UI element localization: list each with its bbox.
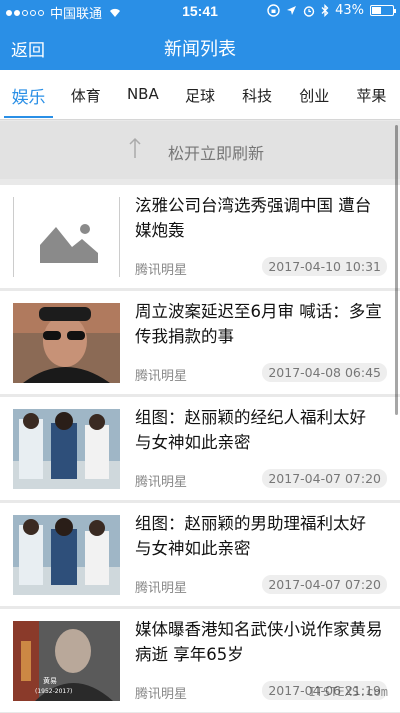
news-date: 2017-04-08 06:45 — [262, 363, 387, 382]
list-item[interactable]: 组图：赵丽颖的男助理福利太好 与女神如此亲密 腾讯明星 2017-04-07 0… — [0, 503, 400, 606]
news-title: 组图：赵丽颖的男助理福利太好 与女神如此亲密 — [135, 514, 366, 558]
tab-entertainment[interactable]: 娱乐 — [0, 70, 57, 119]
news-title: 周立波案延迟至6月审 喊话：多宣传我捐款的事 — [135, 302, 382, 346]
thumbnail-image — [13, 515, 120, 595]
refresh-label: 松开立即刷新 — [168, 144, 265, 163]
bluetooth-icon — [321, 4, 329, 17]
status-right: 43% — [267, 3, 396, 18]
up-arrow-icon — [129, 137, 141, 158]
news-source: 腾讯明星 — [135, 369, 188, 384]
news-date: 2017-04-10 10:31 — [262, 257, 387, 276]
thumbnail-placeholder — [13, 197, 120, 277]
tab-football[interactable]: 足球 — [171, 70, 228, 119]
list-item[interactable]: 泫雅公司台湾选秀强调中国 遭台媒炮轰 腾讯明星 2017-04-10 10:31 — [0, 185, 400, 288]
news-title: 媒体曝香港知名武侠小说作家黄易病逝 享年65岁 — [135, 620, 383, 664]
pull-refresh-indicator: 松开立即刷新 — [0, 121, 400, 179]
thumbnail-caption: 黄易 — [43, 676, 57, 685]
battery-icon — [370, 5, 396, 16]
thumbnail-image: 黄易 (1952-2017) — [13, 621, 120, 701]
news-source: 腾讯明星 — [135, 581, 188, 596]
location-icon — [287, 6, 297, 15]
tab-startup[interactable]: 创业 — [286, 70, 343, 119]
news-date: 2017-04-07 07:20 — [262, 469, 387, 488]
battery-percent: 43% — [335, 3, 364, 18]
alarm-icon — [303, 5, 315, 17]
page-title: 新闻列表 — [164, 39, 236, 60]
tab-apple[interactable]: 苹果 — [343, 70, 400, 119]
news-title: 泫雅公司台湾选秀强调中国 遭台媒炮轰 — [135, 196, 372, 240]
news-title: 组图：赵丽颖的经纪人福利太好 与女神如此亲密 — [135, 408, 366, 452]
news-source: 腾讯明星 — [135, 475, 188, 490]
status-bar: 中国联通 15:41 43% — [0, 0, 400, 22]
news-source: 腾讯明星 — [135, 687, 188, 702]
category-tabs: 娱乐 体育 NBA 足球 科技 创业 苹果 — [0, 70, 400, 120]
svg-text:(1952-2017): (1952-2017) — [35, 688, 72, 695]
scrollbar[interactable] — [395, 125, 398, 415]
image-placeholder-icon — [40, 223, 98, 263]
nav-bar: 返回 新闻列表 — [0, 22, 400, 70]
tab-nba[interactable]: NBA — [114, 70, 171, 119]
thumbnail-image — [13, 409, 120, 489]
tab-sports[interactable]: 体育 — [57, 70, 114, 119]
list-item[interactable]: 周立波案延迟至6月审 喊话：多宣传我捐款的事 腾讯明星 2017-04-08 0… — [0, 291, 400, 394]
lock-rotation-icon — [267, 4, 280, 17]
thumbnail-image — [13, 303, 120, 383]
tab-tech[interactable]: 科技 — [229, 70, 286, 119]
watermark: ITSTEXS.com — [308, 685, 388, 699]
news-date: 2017-04-07 07:20 — [262, 575, 387, 594]
news-source: 腾讯明星 — [135, 263, 188, 278]
list-item[interactable]: 组图：赵丽颖的经纪人福利太好 与女神如此亲密 腾讯明星 2017-04-07 0… — [0, 397, 400, 500]
